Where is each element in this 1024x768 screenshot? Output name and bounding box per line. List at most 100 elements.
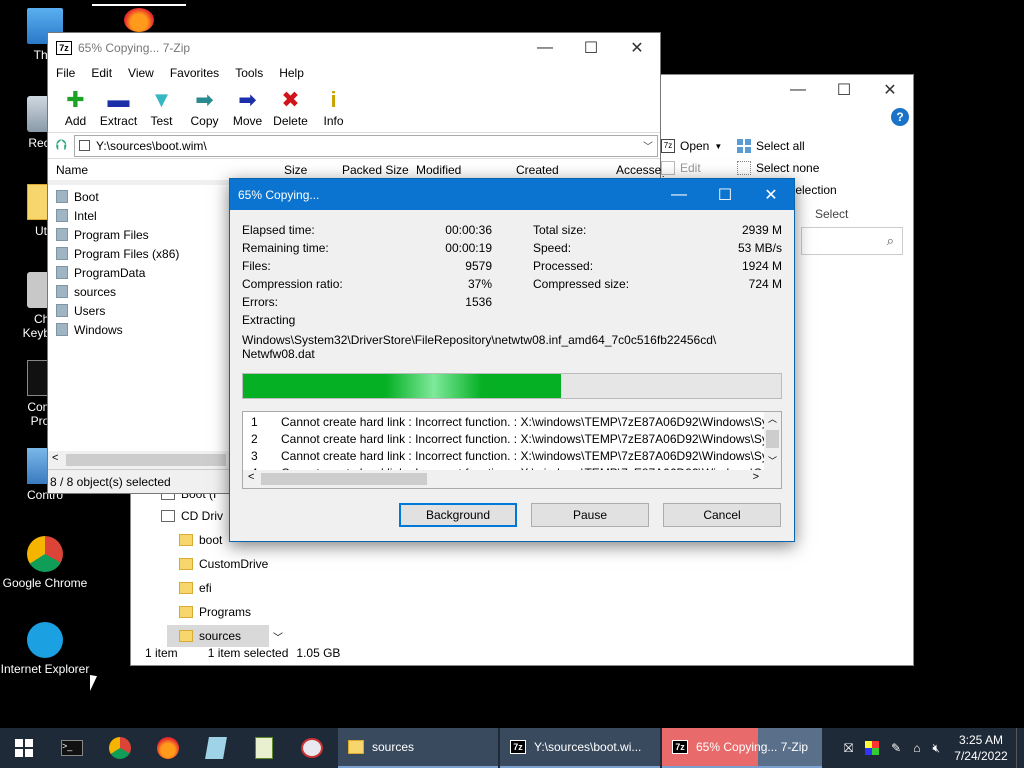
edit-button[interactable]: Edit [661,161,701,175]
file-row[interactable]: Intel [56,206,97,225]
error-row[interactable]: 2 Cannot create hard link : Incorrect fun… [251,432,781,449]
copy-button[interactable]: ➡ Copy [183,83,226,132]
extract-button[interactable]: ▬ Extract [97,83,140,132]
tree-item[interactable]: CustomDrive [179,553,268,575]
error-row[interactable]: 1 Cannot create hard link : Incorrect fun… [251,415,781,432]
copy-progress-dialog[interactable]: 65% Copying... — ☐ ✕ Elapsed time: 00:00:… [229,178,795,542]
progress-fill [243,374,561,398]
taskbar-app-button[interactable]: 7z Y:\sources\boot.wi... [500,728,660,768]
taskbar-app-button[interactable]: 7z 65% Copying... 7-Zip [662,728,822,768]
tree-item[interactable]: efi [179,577,212,599]
notepad-taskbar-icon[interactable] [192,728,240,768]
chevron-down-icon[interactable]: ﹀ [643,138,653,153]
chrome-taskbar-icon[interactable] [96,728,144,768]
paint-taskbar-icon[interactable] [288,728,336,768]
background-button[interactable]: Background [399,503,517,527]
delete-button[interactable]: ✖ Delete [269,83,312,132]
stat-value: 1536 [465,295,492,309]
dialog-titlebar[interactable]: 65% Copying... — ☐ ✕ [230,179,794,210]
folder-up-icon[interactable]: ⮉ [48,137,74,154]
tree-item[interactable]: Programs [179,601,251,623]
add-button[interactable]: ✚ Add [54,83,97,132]
taskbar-app-button[interactable]: sources [338,728,498,768]
file-row[interactable]: Boot [56,187,99,206]
scroll-left-icon[interactable]: < [52,452,58,464]
address-field[interactable]: Y:\sources\boot.wim\ ﹀ [74,134,658,157]
clock[interactable]: 3:25 AM 7/24/2022 [946,732,1016,764]
scroll-thumb[interactable] [261,473,427,485]
move-button[interactable]: ➡ Move [226,83,269,132]
column-header[interactable]: Name [56,163,88,177]
editor-taskbar-icon[interactable] [240,728,288,768]
menu-item-favorites[interactable]: Favorites [162,66,227,80]
start-button[interactable] [0,728,48,768]
column-header[interactable]: Packed Size [342,163,409,177]
vertical-scrollbar[interactable]: ︿ ﹀ [764,412,781,471]
maximize-icon[interactable]: ☐ [568,33,614,63]
minimize-icon[interactable]: — [775,75,821,105]
search-icon: ⌕ [886,233,894,248]
taskbar-app-label: 65% Copying... 7-Zip [696,740,809,754]
network-icon[interactable]: ⛝ [844,741,853,756]
scroll-thumb[interactable] [66,454,226,466]
column-header[interactable]: Accesse [616,163,661,177]
usb-icon[interactable]: ⌂ [913,741,920,755]
file-row[interactable]: ProgramData [56,263,145,282]
desktop-icon[interactable]: Internet Explorer [0,622,90,676]
file-row[interactable]: Program Files (x86) [56,244,179,263]
info-button[interactable]: i Info [312,83,355,132]
show-desktop-button[interactable] [1016,728,1024,768]
help-icon[interactable]: ? [891,108,909,126]
error-list[interactable]: 1 Cannot create hard link : Incorrect fun… [242,411,782,489]
volume-muted-icon[interactable]: 🔇︎ [932,741,940,756]
pen-icon[interactable]: ✎ [891,741,901,755]
search-box[interactable]: ⌕ [801,227,903,255]
pause-button[interactable]: Pause [531,503,649,527]
maximize-icon[interactable]: ☐ [821,75,867,105]
open-button[interactable]: 7z Open ▼ [661,139,722,153]
close-icon[interactable]: ✕ [867,75,913,105]
file-row[interactable]: Windows [56,320,123,339]
column-header[interactable]: Created [516,163,559,177]
menu-item-view[interactable]: View [120,66,162,80]
tree-item[interactable]: CD Driv [161,505,223,527]
system-tray: ⛝ ✎ ⌂ 🔇︎ 3:25 AM 7/24/2022 [844,728,1024,768]
column-header[interactable]: Size [284,163,307,177]
7zip-titlebar[interactable]: 7z 65% Copying... 7-Zip — ☐ ✕ [48,33,660,63]
scroll-up-icon[interactable]: ︿ [768,412,777,425]
scroll-thumb[interactable] [766,430,779,448]
file-row[interactable]: Users [56,301,105,320]
dialog-title: 65% Copying... [238,187,320,202]
menu-item-edit[interactable]: Edit [83,66,120,80]
firefox-taskbar-icon[interactable] [144,728,192,768]
file-row[interactable]: Program Files [56,225,149,244]
minimize-icon[interactable]: — [522,33,568,63]
taskbar-app-label: sources [372,740,415,754]
scroll-down-icon[interactable]: ﹀ [768,454,777,467]
tree-item[interactable]: boot [179,529,222,551]
display-icon[interactable] [865,741,880,755]
select-none-button[interactable]: Select none [737,161,819,175]
close-icon[interactable]: ✕ [614,33,660,63]
select-all-button[interactable]: Select all [737,139,805,153]
test-button[interactable]: ▼ Test [140,83,183,132]
menu-item-help[interactable]: Help [271,66,312,80]
current-file-path: Windows\System32\DriverStore\FileReposit… [242,333,717,347]
firefox-icon[interactable] [124,8,154,32]
menu-item-file[interactable]: File [48,66,83,80]
horizontal-scrollbar[interactable]: < > [243,470,781,488]
minimize-icon[interactable]: — [656,179,702,210]
scroll-right-icon[interactable]: > [753,471,759,483]
maximize-icon[interactable]: ☐ [702,179,748,210]
desktop-icon[interactable]: Google Chrome [0,536,90,590]
close-icon[interactable]: ✕ [748,179,794,210]
cancel-button[interactable]: Cancel [663,503,781,527]
select-none-icon [737,161,751,175]
file-row[interactable]: sources [56,282,116,301]
folder-icon [179,558,193,570]
error-row[interactable]: 3 Cannot create hard link : Incorrect fun… [251,449,781,466]
scroll-left-icon[interactable]: < [248,471,254,483]
menu-item-tools[interactable]: Tools [227,66,271,80]
column-header[interactable]: Modified [416,163,461,177]
terminal-taskbar-icon[interactable]: >_ [48,728,96,768]
